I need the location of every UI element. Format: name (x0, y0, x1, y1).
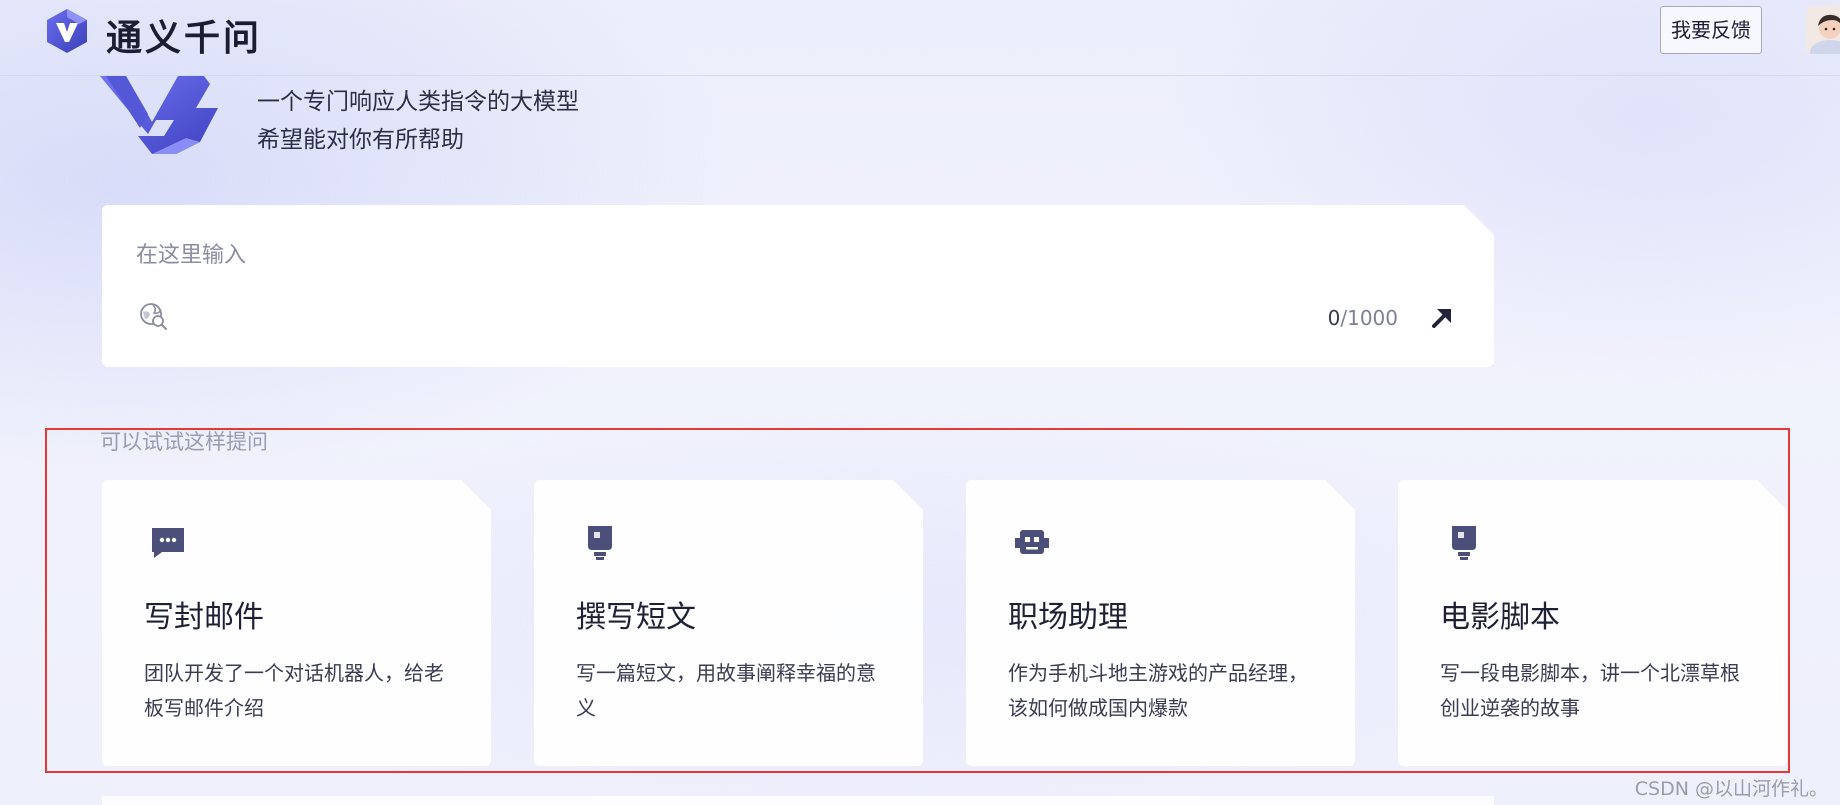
robot-icon (1012, 522, 1052, 562)
hero-tagline-line2: 希望能对你有所帮助 (257, 127, 464, 153)
card-description: 作为手机斗地主游戏的产品经理，该如何做成国内爆款 (1008, 661, 1308, 720)
watermark: CSDN @以山河作礼。 (1634, 778, 1828, 800)
top-header: 通义千问 我要反馈 (0, 0, 1840, 76)
card-title: 电影脚本 (1440, 600, 1560, 635)
suggestion-card-assistant[interactable]: 职场助理 作为手机斗地主游戏的产品经理，该如何做成国内爆款 (966, 480, 1355, 766)
tongyi-logo-icon[interactable] (42, 6, 92, 56)
prompt-input-card[interactable]: 在这里输入 0/1000 (102, 205, 1494, 367)
suggestion-card-email[interactable]: 写封邮件 团队开发了一个对话机器人，给老板写邮件介绍 (102, 480, 491, 766)
lightbulb-icon (580, 522, 620, 562)
card-description: 团队开发了一个对话机器人，给老板写邮件介绍 (144, 661, 444, 720)
character-count-current: 0 (1327, 306, 1341, 330)
card-description: 写一段电影脚本，讲一个北漂草根创业逆袭的故事 (1440, 661, 1740, 720)
character-counter: 0/1000 (1328, 306, 1398, 330)
chat-bubble-icon (148, 522, 188, 562)
card-title: 职场助理 (1008, 600, 1128, 635)
hero-tagline-line1: 一个专门响应人类指令的大模型 (257, 89, 579, 115)
web-search-icon[interactable] (138, 301, 168, 331)
character-count-max: /1000 (1340, 306, 1398, 330)
suggestion-card-essay[interactable]: 撰写短文 写一篇短文，用故事阐释幸福的意义 (534, 480, 923, 766)
lightbulb-icon (1444, 522, 1484, 562)
next-section-edge (102, 796, 1494, 805)
suggestions-title: 可以试试这样提问 (100, 430, 268, 454)
card-title: 撰写短文 (576, 600, 696, 635)
prompt-input[interactable]: 在这里输入 (136, 237, 246, 269)
card-description: 写一篇短文，用故事阐释幸福的意义 (576, 661, 876, 720)
user-avatar[interactable] (1806, 6, 1840, 54)
feedback-button[interactable]: 我要反馈 (1660, 6, 1762, 54)
send-arrow-icon[interactable] (1426, 301, 1458, 333)
suggestion-card-script[interactable]: 电影脚本 写一段电影脚本，讲一个北漂草根创业逆袭的故事 (1398, 480, 1787, 766)
hero-logo-icon (100, 76, 218, 154)
brand-name[interactable]: 通义千问 (106, 9, 262, 61)
card-title: 写封邮件 (144, 600, 264, 635)
